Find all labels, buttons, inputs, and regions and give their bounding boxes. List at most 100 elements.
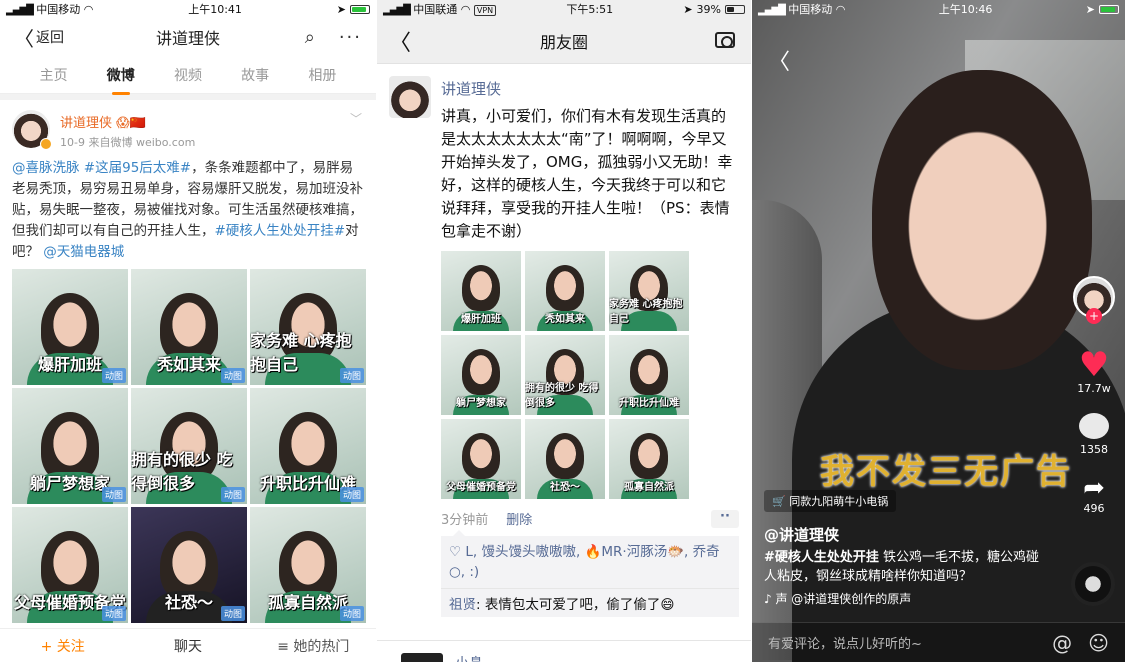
author-name[interactable]: 小鼻 bbox=[455, 656, 483, 662]
grid-image[interactable]: 躺尸梦想家 动图 bbox=[12, 388, 128, 504]
author-name[interactable]: 讲道理侠 bbox=[60, 116, 112, 131]
grid-image[interactable]: 父母催婚预备党 动图 bbox=[12, 507, 128, 623]
comment-text: : 表情包太可爱了吧，偷了偷了😄 bbox=[476, 597, 675, 613]
hashtag-link[interactable]: #硬核人生处处开挂 bbox=[764, 550, 879, 565]
grid-image[interactable]: 秃如其来 动图 bbox=[131, 269, 247, 385]
photo-figure bbox=[462, 265, 500, 311]
action-rail: + ♥ 17.7w 1358 ➦ 496 bbox=[1073, 276, 1115, 515]
grid-image[interactable]: 孤寡自然派 bbox=[609, 419, 689, 499]
comment-icon[interactable] bbox=[1079, 413, 1109, 439]
tab-story[interactable]: 故事 bbox=[241, 65, 269, 85]
grid-image[interactable]: 社恐～ bbox=[525, 419, 605, 499]
clock: 上午10:41 bbox=[188, 3, 242, 16]
back-label: 返回 bbox=[36, 30, 64, 46]
tab-weibo[interactable]: 微博 bbox=[107, 65, 135, 95]
chat-button[interactable]: 聊天 bbox=[125, 636, 250, 656]
comment-input-bar[interactable]: 有爱评论，说点儿好听的~ @ ☺ bbox=[752, 622, 1125, 662]
gif-badge: 动图 bbox=[101, 606, 126, 621]
tab-home[interactable]: 主页 bbox=[40, 65, 68, 85]
author-name[interactable]: 讲道理侠 bbox=[441, 78, 739, 99]
carrier-label: 中国移动 bbox=[36, 3, 81, 16]
search-icon[interactable]: ⌕ bbox=[305, 27, 315, 48]
tab-video[interactable]: 视频 bbox=[174, 65, 202, 85]
mention-link[interactable]: @喜脉洗脉 bbox=[12, 160, 80, 176]
post-text: @喜脉洗脉 #这届95后太难#，条条难题都中了，易胖易老易秃顶，易穷易丑易单身，… bbox=[12, 158, 364, 263]
hot-posts-button[interactable]: ≡ 她的热门 bbox=[251, 636, 376, 656]
moments-screen: ▂▄▆█ 中国联通 ◠ VPN 下午5:51 ➤ 39% 〈 朋友圈 讲道理侠 讲… bbox=[377, 0, 751, 662]
avatar[interactable] bbox=[401, 653, 443, 662]
plus-icon[interactable]: + bbox=[1086, 308, 1102, 324]
weibo-post: 讲道理侠 😱🇨🇳 10-9 来自微博 weibo.com ﹀ @喜脉洗脉 #这届… bbox=[0, 100, 376, 633]
status-bar: ▂▄▆█ 中国移动 ◠ 上午10:41 ➤ bbox=[0, 0, 376, 18]
comment-author[interactable]: 祖贤 bbox=[449, 597, 476, 613]
grid-image[interactable]: 升职比升仙难 动图 bbox=[250, 388, 366, 504]
emoji-icon[interactable]: ☺ bbox=[1088, 631, 1109, 655]
photo-figure bbox=[462, 349, 500, 395]
grid-image[interactable]: 父母催婚预备党 bbox=[441, 419, 521, 499]
image-caption: 家务难 心疼抱抱自己 bbox=[609, 299, 683, 325]
grid-image[interactable]: 家务难 心疼抱抱自己 动图 bbox=[250, 269, 366, 385]
chevron-down-icon[interactable]: ﹀ bbox=[350, 110, 362, 127]
share-count: 496 bbox=[1083, 502, 1105, 515]
photo-figure bbox=[630, 349, 668, 395]
chevron-left-icon: 〈 bbox=[14, 26, 34, 51]
comment-input[interactable]: 有爱评论，说点儿好听的~ bbox=[768, 633, 922, 652]
more-icon[interactable]: ··· bbox=[339, 27, 362, 48]
grid-image[interactable]: 躺尸梦想家 bbox=[441, 335, 521, 415]
like-count: 17.7w bbox=[1077, 382, 1111, 395]
wifi-icon: ◠ bbox=[835, 3, 846, 16]
product-label: 同款九阳萌牛小电锅 bbox=[789, 495, 889, 508]
video-caption-overlay: 我不发三无广告 bbox=[820, 452, 1072, 492]
image-grid: 爆肝加班 秃如其来 家务难 心疼抱抱自己躺尸梦想家 拥有的很少 吃得倒很多 升职比升仙难… bbox=[441, 251, 739, 499]
product-link[interactable]: 🛒 同款九阳萌牛小电锅 bbox=[764, 490, 897, 512]
at-icon[interactable]: @ bbox=[1052, 631, 1072, 655]
music-label[interactable]: ♪ 声 @讲道理侠创作的原声 bbox=[764, 590, 911, 607]
profile-tabs: 主页 微博 视频 故事 相册 bbox=[0, 56, 376, 95]
post-meta: 10-9 来自微博 weibo.com bbox=[60, 136, 196, 149]
carrier-label: 中国联通 bbox=[413, 3, 458, 16]
grid-image[interactable]: 爆肝加班 bbox=[441, 251, 521, 331]
location-icon: ➤ bbox=[1085, 2, 1095, 16]
grid-image[interactable]: 家务难 心疼抱抱自己 bbox=[609, 251, 689, 331]
mention-link[interactable]: @天猫电器城 bbox=[43, 244, 124, 260]
video-person bbox=[872, 70, 1092, 370]
vpn-badge: VPN bbox=[473, 5, 497, 16]
avatar[interactable] bbox=[12, 110, 52, 150]
signal-icon: ▂▄▆█ bbox=[6, 5, 34, 16]
creator-avatar[interactable]: + bbox=[1073, 276, 1115, 324]
avatar[interactable] bbox=[389, 76, 431, 118]
video-description: #硬核人生处处开挂 铁公鸡一毛不拔，糖公鸡碰人粘皮，钢丝球成精啥样你知道吗？ bbox=[764, 548, 1044, 586]
clock: 上午10:46 bbox=[938, 3, 993, 16]
post-text: 讲真，小可爱们，你们有木有发现生活真的是太太太太太太太“南”了！啊啊啊，今早又开… bbox=[441, 107, 733, 240]
likes-list: ♡ L, 馒头馒头嗷嗷嗷, 🔥MR·河豚汤🐡, 乔奇○, :) bbox=[441, 530, 739, 588]
heart-icon[interactable]: ♥ bbox=[1079, 348, 1109, 382]
creator-name[interactable]: @讲道理侠 bbox=[764, 524, 839, 545]
grid-image[interactable]: 拥有的很少 吃得倒很多 bbox=[525, 335, 605, 415]
follow-button[interactable]: + 关注 bbox=[0, 636, 125, 656]
share-icon[interactable]: ➦ bbox=[1083, 474, 1105, 502]
image-caption: 躺尸梦想家 bbox=[29, 474, 110, 493]
music-disc-icon[interactable] bbox=[1071, 562, 1115, 606]
status-bar: ▂▄▆█ 中国联通 ◠ VPN 下午5:51 ➤ 39% bbox=[377, 0, 751, 18]
tab-album[interactable]: 相册 bbox=[308, 65, 336, 85]
grid-image[interactable]: 爆肝加班 动图 bbox=[12, 269, 128, 385]
chevron-left-icon: 〈 bbox=[768, 50, 791, 75]
battery-percent: 39% bbox=[696, 2, 721, 16]
grid-image[interactable]: 升职比升仙难 bbox=[609, 335, 689, 415]
image-caption: 爆肝加班 bbox=[37, 355, 102, 374]
grid-image[interactable]: 秃如其来 bbox=[525, 251, 605, 331]
hashtag-link[interactable]: #硬核人生处处开挂# bbox=[215, 223, 346, 239]
chevron-left-icon[interactable]: 〈 bbox=[389, 25, 411, 57]
douyin-screen: ▂▄▆█ 中国移动 ◠ 上午10:46 ➤ 〈 + ♥ 17.7w 1358 ➦… bbox=[752, 0, 1125, 662]
grid-image[interactable]: 社恐～ 动图 bbox=[131, 507, 247, 623]
hashtag-link[interactable]: #这届95后太难# bbox=[84, 160, 191, 176]
grid-image[interactable]: 孤寡自然派 动图 bbox=[250, 507, 366, 623]
delete-button[interactable]: 删除 bbox=[506, 509, 532, 528]
back-button[interactable]: 〈 bbox=[768, 44, 1125, 76]
camera-icon[interactable] bbox=[715, 32, 735, 48]
comment[interactable]: 祖贤: 表情包太可爱了吧，偷了偷了😄 bbox=[441, 588, 739, 617]
comment-count: 1358 bbox=[1080, 443, 1108, 456]
grid-image[interactable]: 拥有的很少 吃得倒很多 动图 bbox=[131, 388, 247, 504]
more-actions-button[interactable]: ·· bbox=[711, 509, 739, 528]
back-button[interactable]: 〈返回 bbox=[14, 23, 64, 52]
